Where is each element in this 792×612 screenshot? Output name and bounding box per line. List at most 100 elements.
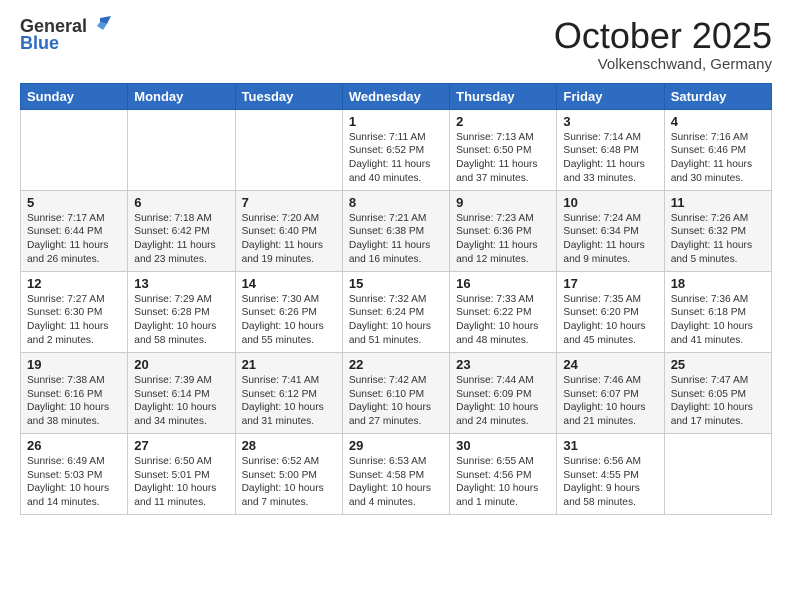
day-number: 18 (671, 276, 765, 291)
day-info: Sunrise: 6:52 AM Sunset: 5:00 PM Dayligh… (242, 455, 336, 510)
logo: General Blue (20, 16, 111, 54)
calendar-cell: 1Sunrise: 7:11 AM Sunset: 6:52 PM Daylig… (342, 109, 449, 190)
day-info: Sunrise: 7:20 AM Sunset: 6:40 PM Dayligh… (242, 212, 336, 267)
day-number: 31 (563, 438, 657, 453)
calendar-cell: 26Sunrise: 6:49 AM Sunset: 5:03 PM Dayli… (21, 433, 128, 514)
header: General Blue October 2025 Volkenschwand,… (20, 16, 772, 73)
col-wednesday: Wednesday (342, 83, 449, 109)
day-info: Sunrise: 7:30 AM Sunset: 6:26 PM Dayligh… (242, 293, 336, 348)
page: General Blue October 2025 Volkenschwand,… (0, 0, 792, 612)
day-number: 6 (134, 195, 228, 210)
day-number: 15 (349, 276, 443, 291)
calendar-cell: 31 Sunrise: 6:56 AM Sunset: 4:55 PM Dayli… (557, 433, 664, 514)
calendar-cell: 27 Sunrise: 6:50 AM Sunset: 5:01 PM Dayli… (128, 433, 235, 514)
calendar-table: Sunday Monday Tuesday Wednesday Thursday… (20, 83, 772, 515)
day-number: 7 (242, 195, 336, 210)
calendar-cell: 5Sunrise: 7:17 AM Sunset: 6:44 PM Daylig… (21, 190, 128, 271)
day-number: 3 (563, 114, 657, 129)
calendar-cell: 30 Sunrise: 6:55 AM Sunset: 4:56 PM Dayli… (450, 433, 557, 514)
day-number: 8 (349, 195, 443, 210)
day-info: Sunrise: 7:16 AM Sunset: 6:46 PM Dayligh… (671, 131, 765, 186)
calendar-cell: 4 Sunrise: 7:16 AM Sunset: 6:46 PM Daylig… (664, 109, 771, 190)
day-number: 24 (563, 357, 657, 372)
calendar-week-row: 5Sunrise: 7:17 AM Sunset: 6:44 PM Daylig… (21, 190, 772, 271)
calendar-cell: 29 Sunrise: 6:53 AM Sunset: 4:58 PM Dayli… (342, 433, 449, 514)
calendar-cell: 2 Sunrise: 7:13 AM Sunset: 6:50 PM Daylig… (450, 109, 557, 190)
calendar-cell: 7 Sunrise: 7:20 AM Sunset: 6:40 PM Daylig… (235, 190, 342, 271)
day-number: 16 (456, 276, 550, 291)
day-info: Sunrise: 7:26 AM Sunset: 6:32 PM Dayligh… (671, 212, 765, 267)
calendar-cell: 21 Sunrise: 7:41 AM Sunset: 6:12 PM Dayli… (235, 352, 342, 433)
calendar-subtitle: Volkenschwand, Germany (554, 56, 772, 73)
col-friday: Friday (557, 83, 664, 109)
day-number: 13 (134, 276, 228, 291)
col-saturday: Saturday (664, 83, 771, 109)
col-sunday: Sunday (21, 83, 128, 109)
col-tuesday: Tuesday (235, 83, 342, 109)
calendar-title: October 2025 (554, 16, 772, 56)
day-number: 21 (242, 357, 336, 372)
day-number: 14 (242, 276, 336, 291)
calendar-cell: 14 Sunrise: 7:30 AM Sunset: 6:26 PM Dayli… (235, 271, 342, 352)
day-info: Sunrise: 7:23 AM Sunset: 6:36 PM Dayligh… (456, 212, 550, 267)
calendar-cell (21, 109, 128, 190)
calendar-cell: 15Sunrise: 7:32 AM Sunset: 6:24 PM Dayli… (342, 271, 449, 352)
calendar-cell: 8 Sunrise: 7:21 AM Sunset: 6:38 PM Daylig… (342, 190, 449, 271)
day-number: 26 (27, 438, 121, 453)
calendar-cell: 24 Sunrise: 7:46 AM Sunset: 6:07 PM Dayli… (557, 352, 664, 433)
day-number: 20 (134, 357, 228, 372)
calendar-cell: 3Sunrise: 7:14 AM Sunset: 6:48 PM Daylig… (557, 109, 664, 190)
day-info: Sunrise: 7:47 AM Sunset: 6:05 PM Dayligh… (671, 374, 765, 429)
day-info: Sunrise: 6:53 AM Sunset: 4:58 PM Dayligh… (349, 455, 443, 510)
day-info: Sunrise: 7:35 AM Sunset: 6:20 PM Dayligh… (563, 293, 657, 348)
calendar-cell: 11 Sunrise: 7:26 AM Sunset: 6:32 PM Dayli… (664, 190, 771, 271)
day-info: Sunrise: 7:17 AM Sunset: 6:44 PM Dayligh… (27, 212, 121, 267)
calendar-cell: 16Sunrise: 7:33 AM Sunset: 6:22 PM Dayli… (450, 271, 557, 352)
day-number: 10 (563, 195, 657, 210)
day-number: 27 (134, 438, 228, 453)
day-info: Sunrise: 7:41 AM Sunset: 6:12 PM Dayligh… (242, 374, 336, 429)
day-number: 30 (456, 438, 550, 453)
calendar-cell: 18 Sunrise: 7:36 AM Sunset: 6:18 PM Dayli… (664, 271, 771, 352)
calendar-cell: 20 Sunrise: 7:39 AM Sunset: 6:14 PM Dayli… (128, 352, 235, 433)
calendar-cell: 28 Sunrise: 6:52 AM Sunset: 5:00 PM Dayli… (235, 433, 342, 514)
calendar-cell: 13Sunrise: 7:29 AM Sunset: 6:28 PM Dayli… (128, 271, 235, 352)
day-number: 29 (349, 438, 443, 453)
calendar-cell: 9Sunrise: 7:23 AM Sunset: 6:36 PM Daylig… (450, 190, 557, 271)
day-number: 4 (671, 114, 765, 129)
day-number: 2 (456, 114, 550, 129)
day-number: 28 (242, 438, 336, 453)
calendar-week-row: 12Sunrise: 7:27 AM Sunset: 6:30 PM Dayli… (21, 271, 772, 352)
day-number: 19 (27, 357, 121, 372)
day-info: Sunrise: 7:39 AM Sunset: 6:14 PM Dayligh… (134, 374, 228, 429)
calendar-header-row: Sunday Monday Tuesday Wednesday Thursday… (21, 83, 772, 109)
day-info: Sunrise: 6:50 AM Sunset: 5:01 PM Dayligh… (134, 455, 228, 510)
day-number: 1 (349, 114, 443, 129)
day-number: 22 (349, 357, 443, 372)
calendar-cell (664, 433, 771, 514)
calendar-cell: 19 Sunrise: 7:38 AM Sunset: 6:16 PM Dayli… (21, 352, 128, 433)
day-number: 17 (563, 276, 657, 291)
day-info: Sunrise: 7:24 AM Sunset: 6:34 PM Dayligh… (563, 212, 657, 267)
calendar-cell: 25 Sunrise: 7:47 AM Sunset: 6:05 PM Dayli… (664, 352, 771, 433)
day-info: Sunrise: 7:46 AM Sunset: 6:07 PM Dayligh… (563, 374, 657, 429)
day-info: Sunrise: 7:18 AM Sunset: 6:42 PM Dayligh… (134, 212, 228, 267)
logo-bird-icon (89, 14, 111, 36)
day-info: Sunrise: 7:36 AM Sunset: 6:18 PM Dayligh… (671, 293, 765, 348)
title-block: October 2025 Volkenschwand, Germany (554, 16, 772, 73)
day-info: Sunrise: 7:27 AM Sunset: 6:30 PM Dayligh… (27, 293, 121, 348)
day-info: Sunrise: 7:38 AM Sunset: 6:16 PM Dayligh… (27, 374, 121, 429)
calendar-week-row: 19 Sunrise: 7:38 AM Sunset: 6:16 PM Dayli… (21, 352, 772, 433)
day-info: Sunrise: 7:13 AM Sunset: 6:50 PM Dayligh… (456, 131, 550, 186)
calendar-week-row: 1Sunrise: 7:11 AM Sunset: 6:52 PM Daylig… (21, 109, 772, 190)
day-number: 25 (671, 357, 765, 372)
day-info: Sunrise: 7:21 AM Sunset: 6:38 PM Dayligh… (349, 212, 443, 267)
day-info: Sunrise: 6:56 AM Sunset: 4:55 PM Dayligh… (563, 455, 657, 510)
calendar-cell: 6 Sunrise: 7:18 AM Sunset: 6:42 PM Daylig… (128, 190, 235, 271)
day-info: Sunrise: 6:55 AM Sunset: 4:56 PM Dayligh… (456, 455, 550, 510)
calendar-cell (235, 109, 342, 190)
day-number: 11 (671, 195, 765, 210)
calendar-cell: 12Sunrise: 7:27 AM Sunset: 6:30 PM Dayli… (21, 271, 128, 352)
calendar-cell: 10 Sunrise: 7:24 AM Sunset: 6:34 PM Dayli… (557, 190, 664, 271)
calendar-cell: 17 Sunrise: 7:35 AM Sunset: 6:20 PM Dayli… (557, 271, 664, 352)
